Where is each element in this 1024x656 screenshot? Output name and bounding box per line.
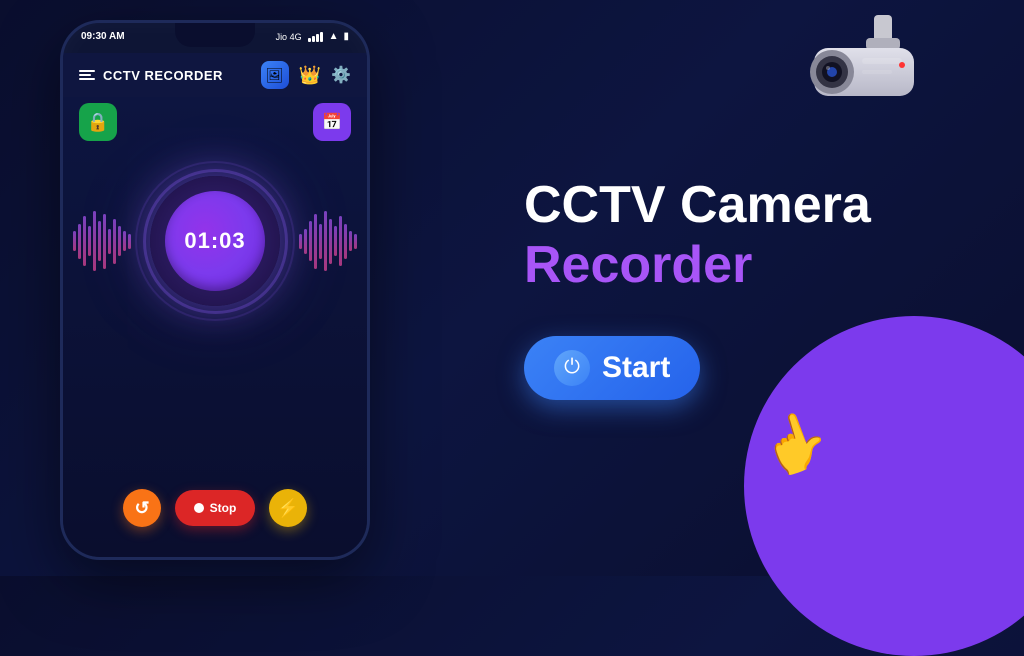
brand-title: CCTV Camera Recorder [524,176,871,296]
gallery-button[interactable]: 🖼 [261,61,289,89]
brand-line1: CCTV Camera [524,176,871,236]
start-label: Start [602,351,670,385]
app-title: CCTV RECORDER [103,68,223,83]
timer-circle: 01:03 [150,176,280,306]
signal-icon [308,32,323,42]
crown-icon[interactable]: 👑 [299,65,321,86]
waveform-area: 01:03 [63,161,367,321]
phone-screen: 09:30 AM Jio 4G ▲ ▮ [60,20,370,560]
brand-line2: Recorder [524,236,871,296]
bottom-controls: ↺ Stop ⚡ [123,489,307,527]
stop-label: Stop [210,501,237,515]
lock-button[interactable]: 🔒 [79,103,117,141]
gallery-icon: 🖼 [266,67,284,84]
app-header: CCTV RECORDER 🖼 👑 ⚙️ [63,53,367,97]
timer-display: 01:03 [184,228,245,254]
header-icons: 🖼 👑 ⚙️ [261,61,351,89]
hamburger-menu[interactable] [79,70,95,80]
refresh-icon: ↺ [134,498,149,519]
status-icons: Jio 4G ▲ ▮ [276,31,349,42]
status-bar: 09:30 AM Jio 4G ▲ ▮ [63,31,367,42]
power-symbol: ⏻ [564,356,580,379]
battery-icon: ▮ [343,31,349,42]
phone-body: 🔒 📅 [63,93,367,557]
stop-button[interactable]: Stop [175,490,255,526]
carrier-text: Jio 4G [276,32,302,42]
schedule-icon: 📅 [322,112,342,132]
cctv-camera-image [784,10,944,135]
wifi-icon: ▲ [329,31,339,42]
header-left: CCTV RECORDER [79,68,223,83]
settings-icon[interactable]: ⚙️ [331,65,351,85]
waveform-right [299,201,357,281]
timer-inner: 01:03 [165,191,265,291]
flash-icon: ⚡ [277,498,299,519]
top-actions: 🔒 📅 [63,93,367,151]
power-icon: ⏻ [554,350,590,386]
flash-button[interactable]: ⚡ [269,489,307,527]
start-button[interactable]: ⏻ Start [524,336,700,400]
phone-mockup: 09:30 AM Jio 4G ▲ ▮ [60,20,370,560]
status-time: 09:30 AM [81,31,125,42]
schedule-button[interactable]: 📅 [313,103,351,141]
waveform-left [73,201,131,281]
lock-icon: 🔒 [87,112,109,133]
refresh-button[interactable]: ↺ [123,489,161,527]
record-indicator [194,503,204,513]
